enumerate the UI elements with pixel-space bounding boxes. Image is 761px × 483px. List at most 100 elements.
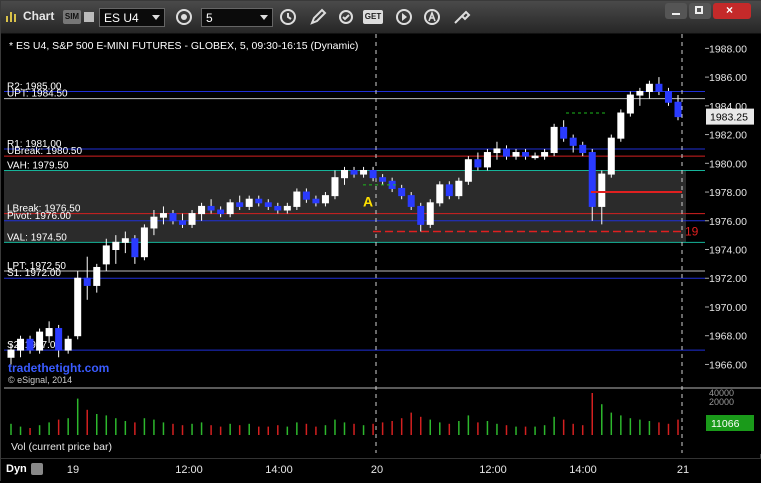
candle-body <box>17 338 25 351</box>
candle-body <box>283 205 291 211</box>
y-tick-label: 1974.00 <box>709 245 747 257</box>
candle-body <box>264 202 272 207</box>
candle-body <box>607 137 615 175</box>
candle-body <box>159 213 167 218</box>
candle-body <box>464 159 472 182</box>
candle-body <box>474 159 482 168</box>
candle-body <box>664 90 672 103</box>
candle-body <box>331 177 339 197</box>
x-tick-label: 12:00 <box>175 464 203 476</box>
candle-body <box>417 205 425 225</box>
candle-body <box>531 155 539 159</box>
candle-body <box>436 184 444 204</box>
candle-body <box>102 245 110 265</box>
candle-body <box>426 202 434 225</box>
candle-body <box>483 152 491 168</box>
candle-body <box>45 328 53 337</box>
candle-body <box>379 177 387 182</box>
candle-body <box>112 241 120 251</box>
volume-value: 11066 <box>711 418 740 430</box>
y-tick-label: 1972.00 <box>709 273 747 285</box>
level-label: VAH: 1979.50 <box>7 160 69 171</box>
copyright: © eSignal, 2014 <box>8 375 72 385</box>
candle-body <box>36 331 44 351</box>
candle-body <box>569 137 577 146</box>
candle-body <box>369 169 377 179</box>
candle-body <box>655 83 663 92</box>
candle-body <box>198 205 206 215</box>
candle-body <box>645 83 653 92</box>
candle-body <box>274 205 282 211</box>
level-label: VAL: 1974.50 <box>7 232 67 243</box>
y-tick-label: 1978.00 <box>709 187 747 199</box>
dyn-label[interactable]: Dyn <box>6 463 27 475</box>
candle-body <box>74 277 82 337</box>
y-tick-label: 1976.00 <box>709 216 747 228</box>
y-tick-label: 1980.00 <box>709 158 747 170</box>
candle-body <box>360 169 368 175</box>
candle-body <box>321 195 329 204</box>
y-tick-label: 1988.00 <box>709 43 747 55</box>
candle-body <box>541 152 549 157</box>
price-chart[interactable]: R2: 1985.00UPT: 1984.50R1: 1981.00UBreak… <box>1 1 761 482</box>
candle-body <box>93 266 101 286</box>
candle-body <box>236 202 244 207</box>
candle-body <box>302 191 310 200</box>
candle-body <box>674 101 682 118</box>
level-label: UBreak: 1980.50 <box>7 146 82 157</box>
candle-body <box>350 169 358 175</box>
candle-body <box>179 220 187 225</box>
x-tick-label: 14:00 <box>569 464 597 476</box>
candle-body <box>131 238 139 258</box>
candle-body <box>64 338 72 351</box>
candle-body <box>293 191 301 207</box>
candle-body <box>255 198 263 204</box>
last-price-label: 1983.25 <box>710 112 748 124</box>
candle-body <box>188 213 196 225</box>
x-tick-label: 19 <box>66 464 80 476</box>
y-tick-label: 1982.00 <box>709 130 747 142</box>
candle-body <box>617 112 625 139</box>
candle-body <box>512 152 520 157</box>
y-tick-label: 1986.00 <box>709 72 747 84</box>
candle-body <box>522 152 530 157</box>
candle-body <box>312 198 320 204</box>
candle-body <box>245 198 253 207</box>
volume-tick-label: 20000 <box>709 397 734 407</box>
x-tick-label: 21 <box>676 464 690 476</box>
dashed-level-label: 19 <box>685 225 699 239</box>
candle-body <box>217 209 225 215</box>
candle-body <box>207 205 215 211</box>
candle-body <box>226 202 234 215</box>
candle-body <box>140 227 148 258</box>
chart-title: * ES U4, S&P 500 E-MINI FUTURES - GLOBEX… <box>9 40 358 52</box>
x-tick-label: 14:00 <box>265 464 293 476</box>
candle-body <box>598 173 606 207</box>
candle-body <box>579 144 587 154</box>
annotation-a: A <box>363 193 373 209</box>
candle-body <box>407 195 415 207</box>
candle-body <box>7 349 15 358</box>
candle-body <box>55 328 63 351</box>
candle-body <box>169 213 177 222</box>
candle-body <box>455 180 463 197</box>
candle-body <box>121 238 129 243</box>
volume-label: Vol (current price bar) <box>11 441 112 453</box>
candle-body <box>636 90 644 96</box>
y-tick-label: 1966.00 <box>709 359 747 371</box>
candle-body <box>560 126 568 139</box>
x-tick-label: 12:00 <box>479 464 507 476</box>
candle-body <box>398 187 406 197</box>
candle-body <box>341 169 348 179</box>
time-axis-bar: Dyn 19 12:00 14:00 20 12:00 14:00 21 <box>1 458 761 483</box>
x-tick-label: 20 <box>370 464 384 476</box>
watermark: tradethetight.com <box>8 361 109 375</box>
candle-body <box>588 152 596 207</box>
candle-body <box>626 94 634 114</box>
y-tick-label: 1968.00 <box>709 331 747 343</box>
magnifier-icon[interactable] <box>31 463 43 475</box>
candle-body <box>502 148 510 157</box>
candle-body <box>493 148 501 154</box>
candle-body <box>550 126 558 154</box>
chart-window: Chart SIM ES U4 5 GET × R2: 1985.00 UPT: … <box>0 0 761 483</box>
